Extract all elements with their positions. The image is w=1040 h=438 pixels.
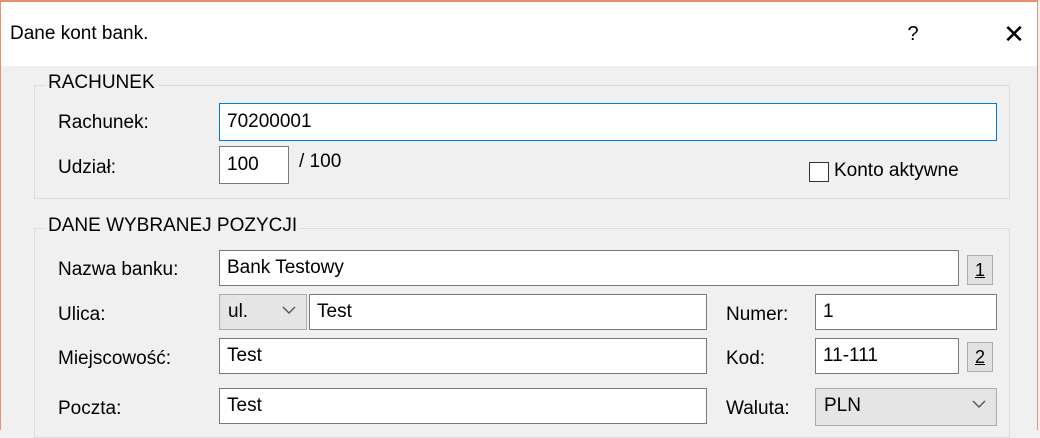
udzial-suffix: / 100	[299, 151, 342, 172]
title-bar: Dane kont bank. ? ✕	[1, 2, 1037, 66]
waluta-value: PLN	[824, 395, 861, 416]
bank-select-button[interactable]: 1	[967, 255, 993, 285]
chevron-down-icon	[282, 299, 296, 326]
help-button[interactable]: ?	[898, 14, 928, 54]
postal-code-select-button[interactable]: 2	[967, 342, 993, 372]
numer-label: Numer:	[726, 304, 789, 325]
position-group-legend: DANE WYBRANEJ POZYCJI	[45, 216, 301, 236]
kod-input[interactable]	[815, 338, 959, 374]
konto-aktywne-checkbox[interactable]	[809, 162, 829, 182]
waluta-label: Waluta:	[726, 398, 790, 419]
nazwa-banku-input[interactable]	[219, 250, 959, 286]
ulica-label: Ulica:	[58, 304, 106, 325]
ulica-input[interactable]	[309, 294, 707, 330]
rachunek-label: Rachunek:	[58, 112, 149, 133]
poczta-input[interactable]	[219, 388, 707, 424]
udzial-input[interactable]	[219, 146, 289, 184]
close-button[interactable]: ✕	[998, 14, 1030, 54]
nazwa-banku-label: Nazwa banku:	[58, 259, 179, 280]
kod-label: Kod:	[726, 348, 766, 369]
rachunek-group-legend: RACHUNEK	[45, 73, 158, 93]
bank-account-dialog: Dane kont bank. ? ✕ RACHUNEK Rachunek: U…	[0, 0, 1038, 438]
udzial-label: Udział:	[58, 157, 117, 178]
chevron-down-icon	[972, 393, 986, 420]
waluta-select[interactable]: PLN	[815, 388, 997, 426]
poczta-label: Poczta:	[58, 398, 122, 419]
miejscowosc-input[interactable]	[219, 338, 707, 374]
miejscowosc-label: Miejscowość:	[58, 348, 171, 369]
numer-input[interactable]	[815, 294, 997, 330]
konto-aktywne-label[interactable]: Konto aktywne	[834, 159, 959, 183]
street-prefix-select[interactable]: ul.	[219, 294, 307, 330]
street-prefix-value: ul.	[228, 301, 249, 322]
rachunek-input[interactable]	[219, 103, 997, 141]
window-title: Dane kont bank.	[10, 23, 149, 44]
